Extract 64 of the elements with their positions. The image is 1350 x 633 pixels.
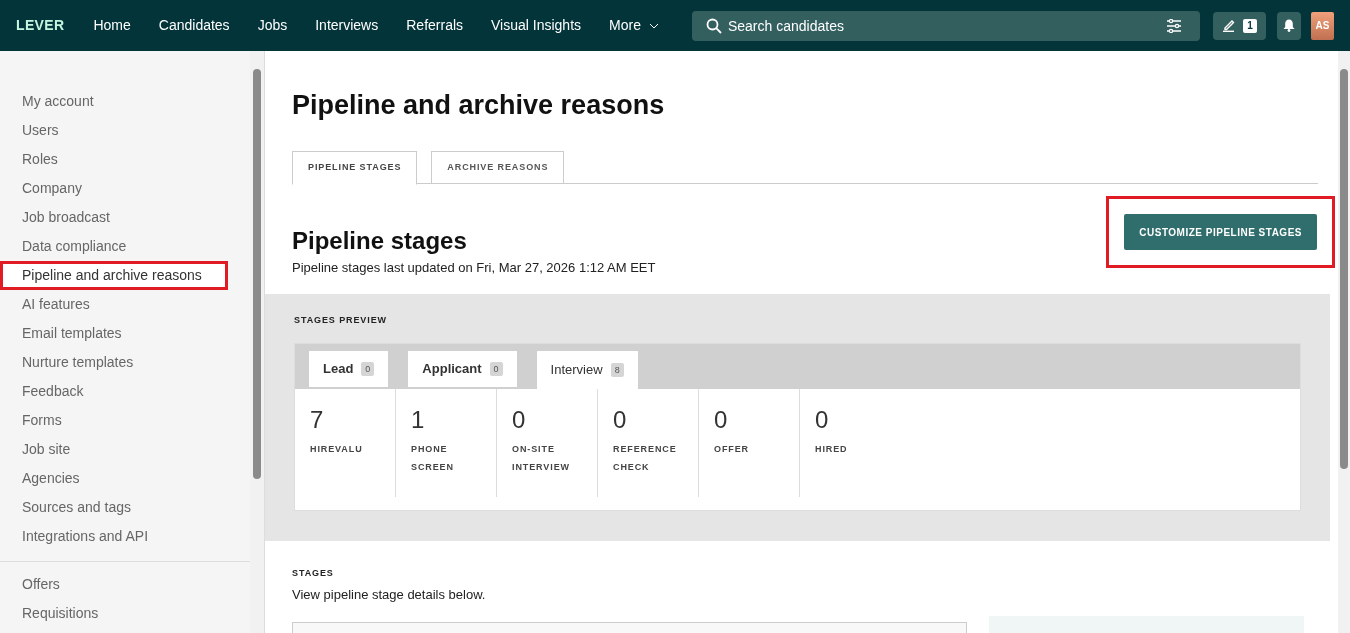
sidebar-item[interactable]: Sources and tags [0,493,250,522]
sidebar-item[interactable]: Requisitions [0,599,250,628]
stage-name: ON-SITE INTERVIEW [512,443,571,474]
count-badge: 8 [610,363,624,377]
tab[interactable]: ARCHIVE REASONS [431,151,565,184]
chevron-down-icon [648,22,659,29]
sidebar-item[interactable]: AI features [0,290,250,319]
search-icon [705,17,722,34]
nav-link[interactable]: Home [80,15,144,36]
stage-tab[interactable]: Interview 8 [536,351,638,389]
search-field[interactable]: Search candidates [691,10,1200,41]
pen-icon [1222,19,1236,32]
stages-description: View pipeline stage details below. [292,585,487,604]
stage-count: 1 [411,405,426,435]
sidebar-item[interactable]: Job broadcast [0,203,250,232]
count-badge: 0 [489,362,503,376]
nav-link[interactable]: Referrals [393,15,477,36]
stage-tab[interactable]: Lead 0 [309,351,389,387]
logo[interactable]: LEVER [16,15,65,36]
stage-name: PHONE SCREEN [411,443,455,474]
sidebar-item[interactable]: Nurture templates [0,348,250,377]
sidebar-item[interactable]: Feedback [0,377,250,406]
sidebar-item[interactable]: Forms [0,406,250,435]
count-badge: 1 [1243,18,1257,33]
filter-icon[interactable] [1165,18,1182,33]
nav-link[interactable]: Candidates [145,15,243,36]
more-menu[interactable]: More [596,15,672,36]
bell-icon [1282,19,1295,32]
section-heading: STAGES PREVIEW [294,313,388,327]
tab[interactable]: PIPELINE STAGES [292,151,418,185]
scrollbar-thumb[interactable] [253,69,261,479]
count-badge: 0 [361,362,375,376]
sidebar-item[interactable]: Roles [0,145,250,174]
nav-link[interactable]: Interviews [302,15,392,36]
section-title: Pipeline stages [292,226,467,256]
stage-name: REFERENCE CHECK [613,443,678,474]
sidebar-item[interactable]: Company [0,174,250,203]
sidebar-item[interactable]: Users [0,116,250,145]
sidebar-item[interactable]: Offers [0,570,250,599]
sidebar-item[interactable]: Job site [0,435,250,464]
last-updated-text: Pipeline stages last updated on Fri, Mar 27, 2026 1:12 AM EET [292,259,657,277]
nav-link[interactable]: Jobs [244,15,301,36]
sidebar-item[interactable]: Pipeline and archive reasons [0,261,228,290]
stage-name: HIRED [815,443,849,456]
section-heading: STAGES [292,567,335,580]
sidebar-item[interactable]: Data compliance [0,232,250,261]
stage-count: 7 [310,405,325,435]
stage-tab[interactable]: Applicant 0 [408,351,517,387]
drafts-button[interactable]: 1 [1212,11,1266,40]
stage-count: 0 [512,405,527,435]
notifications-button[interactable] [1276,11,1301,40]
nav-link[interactable]: Visual Insights [478,15,595,36]
stage-count: 0 [815,405,830,435]
page-title: Pipeline and archive reasons [292,89,666,121]
stage-count: 0 [613,405,628,435]
sidebar-item[interactable]: Email templates [0,319,250,348]
stage-name: HIREVALU [310,443,364,456]
sidebar-item[interactable]: My account [0,87,250,116]
sidebar-item[interactable]: Integrations and API [0,522,250,551]
sidebar-item[interactable]: Agencies [0,464,250,493]
stage-count: 0 [714,405,729,435]
stage-name: OFFER [714,443,750,456]
scrollbar-thumb[interactable] [1340,69,1348,469]
customize-stages-button[interactable]: CUSTOMIZE PIPELINE STAGES [1124,214,1317,250]
